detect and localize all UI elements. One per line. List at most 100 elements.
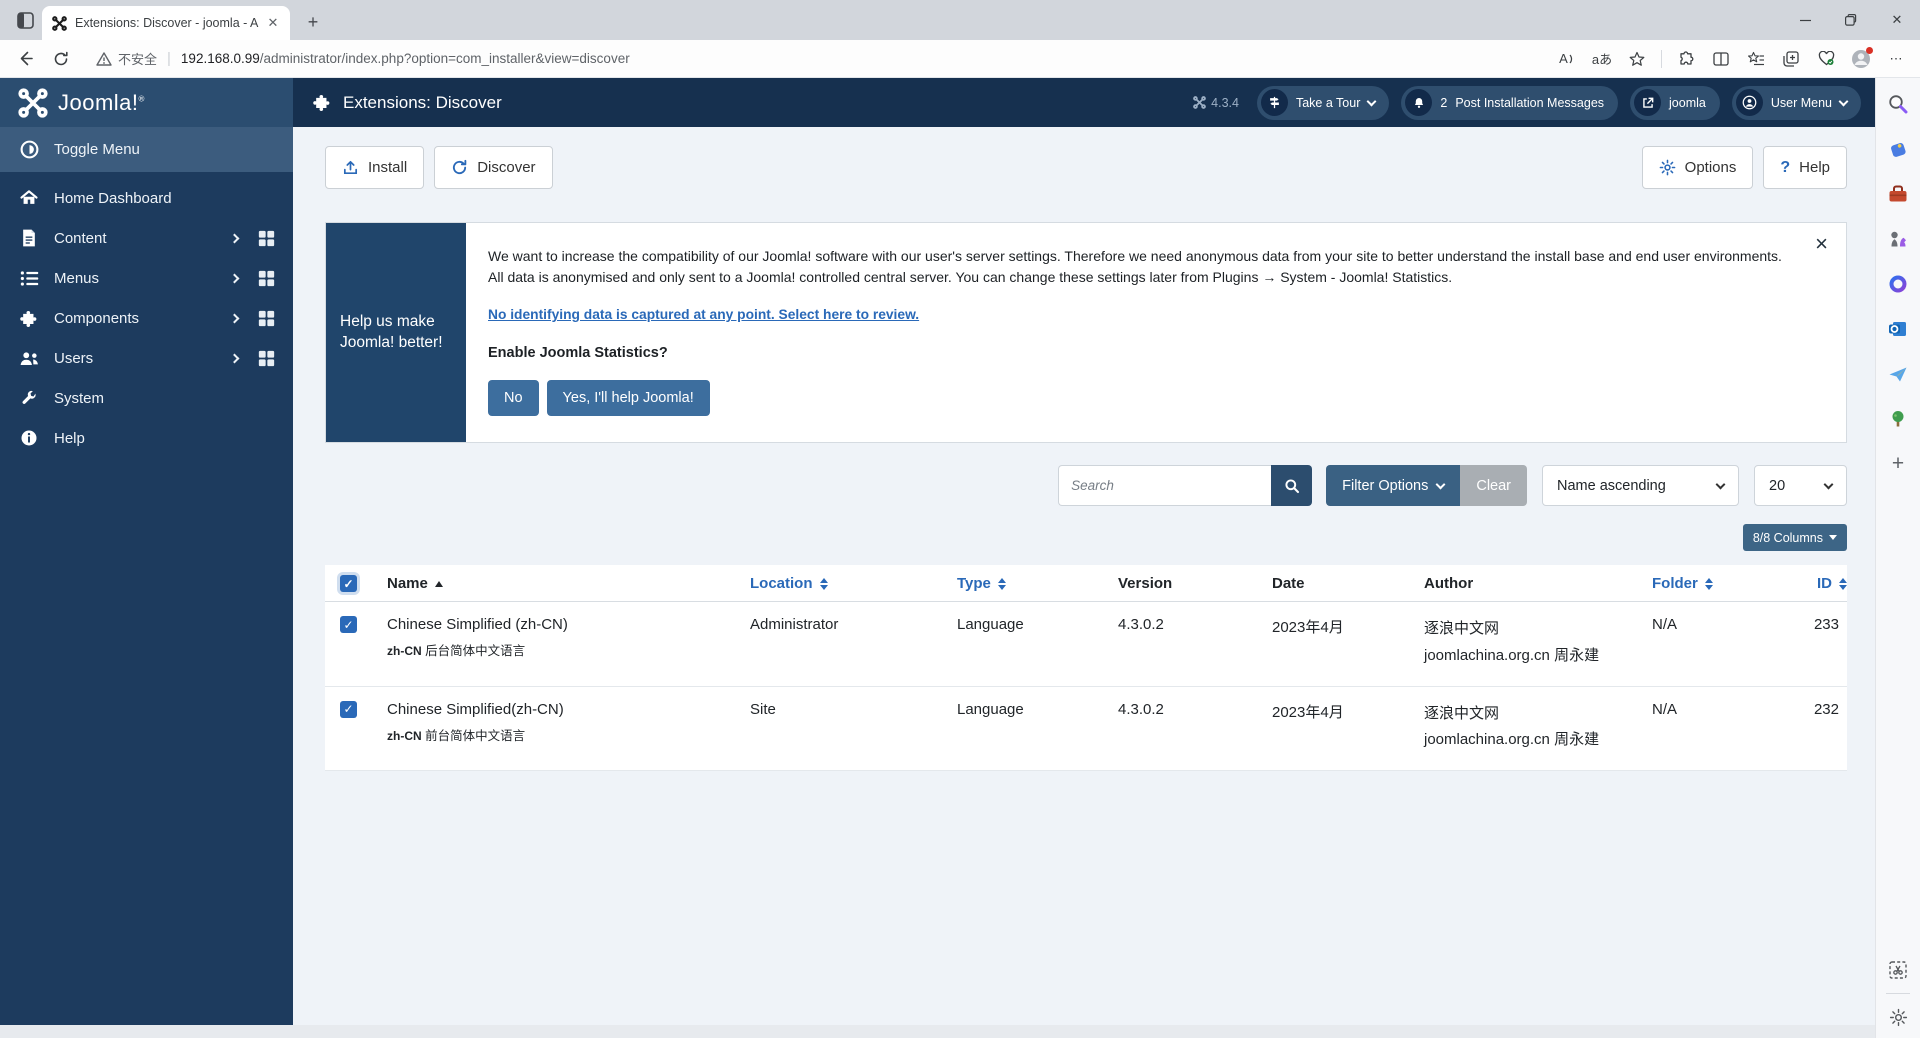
expand-chevron-icon[interactable] [230,273,240,283]
extension-folder: N/A [1652,602,1777,650]
window-restore-button[interactable] [1828,0,1874,40]
sort-asc-icon [435,581,443,587]
sidebar-toolbox-icon[interactable] [1885,181,1911,207]
admin-header: Joomla!® Extensions: Discover 4.3.4 Take… [0,78,1875,127]
user-menu-button[interactable]: User Menu [1732,86,1861,120]
favorite-star-icon[interactable] [1623,45,1651,73]
column-header-name[interactable]: Name [387,565,750,601]
favorites-bar-icon[interactable] [1742,45,1770,73]
browser-essentials-icon[interactable] [1812,45,1840,73]
site-security-chip[interactable]: 不安全 [96,49,157,68]
sidebar-drop-icon[interactable] [1885,361,1911,387]
chevron-down-icon [1436,479,1446,489]
sidebar-settings-icon[interactable] [1885,1004,1911,1030]
extension-type: Language [957,602,1118,650]
window-close-button[interactable]: ✕ [1874,0,1920,40]
dashboard-grid-icon[interactable] [258,350,275,367]
sort-icon [998,578,1006,590]
sidebar-games-icon[interactable] [1885,226,1911,252]
options-button[interactable]: Options [1642,146,1754,189]
user-icon [1736,89,1763,116]
discover-button[interactable]: Discover [434,146,552,189]
joomla-logo[interactable]: Joomla!® [0,78,293,127]
column-header-folder[interactable]: Folder [1652,565,1777,601]
window-bottom-strip [0,1025,1875,1038]
translate-icon[interactable]: aあ [1588,45,1616,73]
dashboard-grid-icon[interactable] [258,230,275,247]
new-tab-button[interactable]: + [300,9,326,35]
sidebar-item-toggle-menu[interactable]: Toggle Menu [0,127,293,172]
expand-chevron-icon[interactable] [230,353,240,363]
search-button[interactable] [1271,465,1312,506]
sidebar-shopping-icon[interactable] [1885,136,1911,162]
tab-close-icon[interactable]: ✕ [264,14,282,32]
close-icon[interactable]: × [1815,233,1828,255]
dashboard-grid-icon[interactable] [258,310,275,327]
edge-sidebar: + [1875,78,1920,1038]
expand-chevron-icon[interactable] [230,313,240,323]
extensions-table: ✓ Name Location Type Version Date Author… [325,565,1847,771]
search-input[interactable] [1058,465,1271,506]
sidebar-item-components[interactable]: Components [0,298,293,338]
tab-actions-icon[interactable] [8,6,42,34]
sidebar-add-icon[interactable]: + [1885,451,1911,477]
extension-id: 232 [1814,687,1847,735]
clear-button[interactable]: Clear [1460,465,1527,506]
column-header-location[interactable]: Location [750,565,957,601]
window-minimize-button[interactable] [1782,0,1828,40]
extensions-icon[interactable] [1672,45,1700,73]
install-button[interactable]: Install [325,146,424,189]
sidebar-tree-icon[interactable] [1885,406,1911,432]
statistics-no-button[interactable]: No [488,380,539,416]
url-field[interactable]: 192.168.0.99/administrator/index.php?opt… [181,51,1543,66]
collections-icon[interactable] [1777,45,1805,73]
select-all-checkbox[interactable]: ✓ [340,575,357,592]
sidebar-microsoft365-icon[interactable] [1885,271,1911,297]
column-header-id[interactable]: ID [1817,565,1847,601]
filter-options-button[interactable]: Filter Options [1326,465,1460,506]
sidebar-item-help[interactable]: Help [0,418,293,458]
columns-toggle-button[interactable]: 8/8 Columns [1743,524,1847,551]
help-button[interactable]: ? Help [1763,146,1847,189]
sort-order-select[interactable]: Name ascending [1542,465,1739,506]
list-limit-select[interactable]: 20 [1754,465,1847,506]
take-a-tour-button[interactable]: Take a Tour [1257,86,1389,120]
statistics-review-link[interactable]: No identifying data is captured at any p… [488,305,919,326]
extension-location: Administrator [750,602,957,650]
sidebar-item-system[interactable]: System [0,378,293,418]
chevron-down-icon [1367,96,1377,106]
extension-description: zh-CN 前台简体中文语言 [387,725,742,744]
sidebar-item-content[interactable]: Content [0,218,293,258]
split-screen-icon[interactable] [1707,45,1735,73]
expand-chevron-icon[interactable] [230,233,240,243]
row-checkbox[interactable]: ✓ [340,616,357,633]
table-row: ✓ Chinese Simplified (zh-CN) zh-CN 后台简体中… [325,602,1847,687]
page-title: Extensions: Discover [313,93,502,113]
dashboard-grid-icon[interactable] [258,270,275,287]
browser-tab[interactable]: Extensions: Discover - joomla - A ✕ [42,6,290,40]
back-icon[interactable] [10,44,40,74]
statistics-yes-button[interactable]: Yes, I'll help Joomla! [547,380,710,416]
browser-tab-strip: Extensions: Discover - joomla - A ✕ + ✕ [0,0,1920,40]
statistics-message: We want to increase the compatibility of… [488,246,1786,288]
site-preview-button[interactable]: joomla [1630,86,1720,120]
table-row: ✓ Chinese Simplified(zh-CN) zh-CN 前台简体中文… [325,687,1847,772]
read-aloud-icon[interactable]: A [1553,45,1581,73]
sidebar-item-users[interactable]: Users [0,338,293,378]
extension-folder: N/A [1652,687,1777,735]
sidebar-outlook-icon[interactable] [1885,316,1911,342]
security-label: 不安全 [118,49,157,68]
row-checkbox[interactable]: ✓ [340,701,357,718]
settings-more-icon[interactable]: ⋯ [1882,45,1910,73]
refresh-icon[interactable] [46,44,76,74]
column-header-type[interactable]: Type [957,565,1118,601]
sidebar-item-menus[interactable]: Menus [0,258,293,298]
sidebar-item-home-dashboard[interactable]: Home Dashboard [0,178,293,218]
main-content: Install Discover Options ? Help [293,127,1875,1025]
web-capture-icon[interactable] [1885,957,1911,983]
profile-avatar[interactable] [1847,45,1875,73]
sidebar-search-icon[interactable] [1885,91,1911,117]
post-installation-messages-button[interactable]: 2 Post Installation Messages [1401,86,1618,120]
home-icon [18,188,40,208]
toggle-menu-icon [18,139,40,160]
